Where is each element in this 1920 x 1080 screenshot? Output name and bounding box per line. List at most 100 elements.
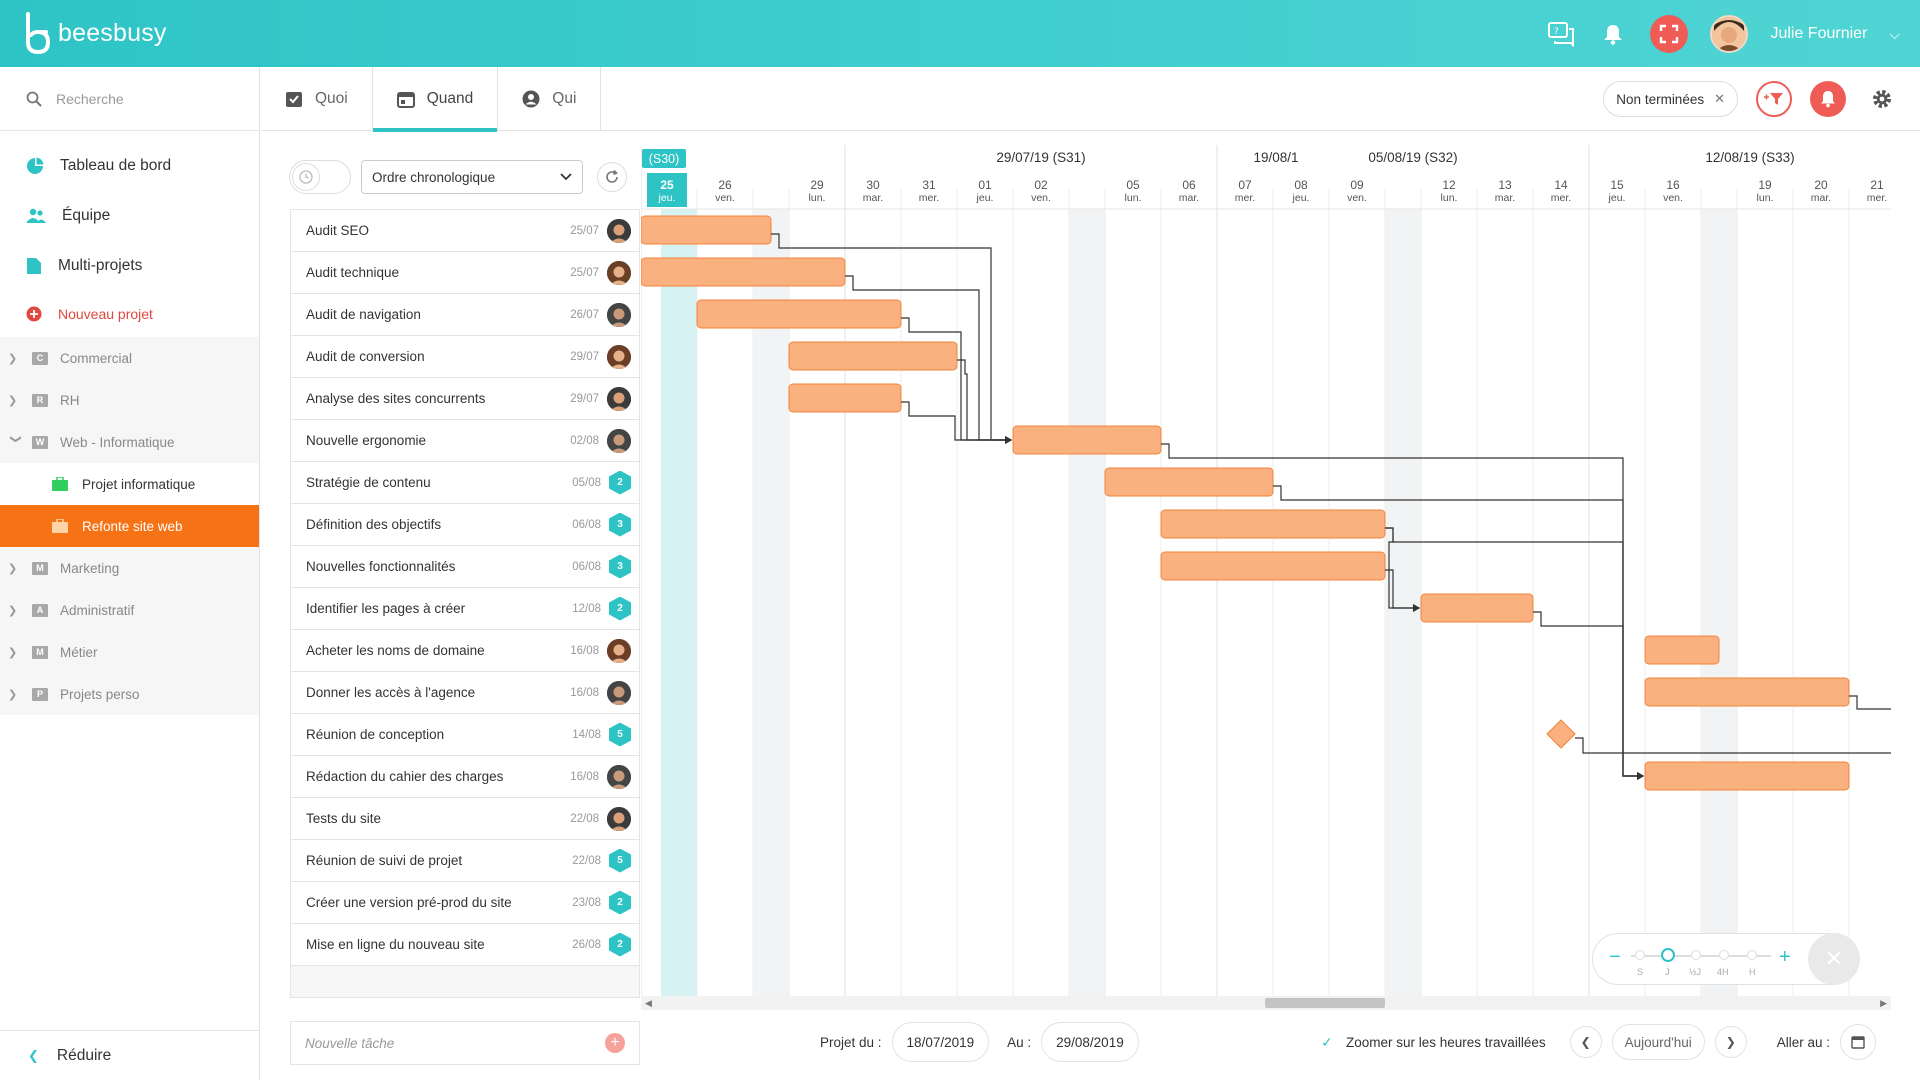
task-bar[interactable]: [1160, 509, 1386, 539]
tab-qui[interactable]: Qui: [498, 67, 602, 131]
project-group-commercial[interactable]: ❯ C Commercial: [0, 337, 259, 379]
task-bar[interactable]: [641, 215, 772, 245]
project-group-marketing[interactable]: ❯ M Marketing: [0, 547, 259, 589]
filter-chip-non-terminees[interactable]: Non terminées ✕: [1603, 81, 1738, 117]
add-task-icon[interactable]: +: [605, 1033, 625, 1053]
milestone-diamond[interactable]: [1546, 719, 1576, 749]
task-row[interactable]: Audit de navigation 26/07: [291, 294, 639, 336]
assignee-avatar[interactable]: [607, 344, 631, 369]
bell-icon[interactable]: [1598, 19, 1628, 49]
assignee-avatar[interactable]: [607, 680, 631, 705]
goto-date-button[interactable]: [1840, 1024, 1876, 1060]
assignee-count-badge[interactable]: 2: [609, 596, 631, 621]
chevron-right-icon[interactable]: ❯: [8, 688, 24, 701]
new-project-button[interactable]: Nouveau projet: [0, 291, 259, 337]
task-bar[interactable]: [1104, 467, 1274, 497]
previous-button[interactable]: ❮: [1569, 1026, 1602, 1058]
notifications-button[interactable]: [1810, 81, 1846, 117]
app-logo[interactable]: beesbusy: [24, 12, 167, 54]
project-end-date-field[interactable]: 29/08/2019: [1041, 1022, 1139, 1062]
gantt-horizontal-scrollbar[interactable]: ◀ ▶: [641, 996, 1891, 1010]
assignee-count-badge[interactable]: 3: [609, 554, 631, 579]
assignee-count-badge[interactable]: 2: [609, 890, 631, 915]
tab-quand[interactable]: Quand: [372, 67, 499, 132]
task-bar[interactable]: [1420, 593, 1534, 623]
assignee-avatar[interactable]: [607, 218, 631, 243]
assignee-count-badge[interactable]: 5: [609, 848, 631, 873]
assignee-avatar[interactable]: [607, 260, 631, 285]
task-row[interactable]: Stratégie de contenu 05/08 2: [291, 462, 639, 504]
search-box[interactable]: Recherche: [0, 67, 259, 131]
project-group-projets-perso[interactable]: ❯ P Projets perso: [0, 673, 259, 715]
next-button[interactable]: ❯: [1714, 1026, 1747, 1058]
task-bar[interactable]: [1644, 761, 1850, 791]
project-group-metier[interactable]: ❯ M Métier: [0, 631, 259, 673]
project-refonte-site-web[interactable]: Refonte site web: [0, 505, 259, 547]
zoom-level-3[interactable]: [1719, 950, 1729, 960]
task-bar[interactable]: [1644, 677, 1850, 707]
project-projet-informatique[interactable]: Projet informatique: [0, 463, 259, 505]
task-row[interactable]: Identifier les pages à créer 12/08 2: [291, 588, 639, 630]
project-group-web-informatique[interactable]: ❯ W Web - Informatique: [0, 421, 259, 463]
user-name[interactable]: Julie Fournier: [1770, 25, 1867, 43]
zoom-level-4[interactable]: [1747, 950, 1757, 960]
task-bar[interactable]: [1160, 551, 1386, 581]
task-bar[interactable]: [788, 383, 902, 413]
add-filter-button[interactable]: [1756, 81, 1792, 117]
assignee-avatar[interactable]: [607, 806, 631, 831]
nav-multi-projects[interactable]: Multi-projets: [0, 241, 259, 291]
chevron-right-icon[interactable]: ❯: [8, 646, 24, 659]
assignee-avatar[interactable]: [607, 638, 631, 663]
scrollbar-thumb[interactable]: [1265, 998, 1385, 1008]
task-row[interactable]: Audit SEO 25/07: [291, 210, 639, 252]
zoom-level-0[interactable]: [1635, 950, 1645, 960]
chevron-down-icon[interactable]: ❯: [10, 434, 23, 450]
project-start-date-field[interactable]: 18/07/2019: [891, 1022, 990, 1062]
fullscreen-button[interactable]: [1650, 15, 1689, 53]
task-row[interactable]: Réunion de suivi de projet 22/08 5: [291, 840, 639, 882]
task-bar[interactable]: [641, 257, 846, 287]
display-toggle[interactable]: [289, 160, 351, 194]
task-row[interactable]: Tests du site 22/08: [291, 798, 639, 840]
chevron-right-icon[interactable]: ❯: [8, 394, 24, 407]
collapse-sidebar-button[interactable]: ❮ Réduire: [0, 1030, 259, 1080]
today-button[interactable]: Aujourd'hui: [1611, 1024, 1705, 1060]
user-menu-chevron-icon[interactable]: ⌵: [1889, 26, 1900, 43]
project-group-rh[interactable]: ❯ R RH: [0, 379, 259, 421]
task-bar[interactable]: [696, 299, 902, 329]
task-bar[interactable]: [1644, 635, 1720, 665]
assignee-count-badge[interactable]: 3: [609, 512, 631, 537]
task-row[interactable]: Acheter les noms de domaine 16/08: [291, 630, 639, 672]
project-group-administratif[interactable]: ❯ A Administratif: [0, 589, 259, 631]
tab-quoi[interactable]: Quoi: [261, 67, 373, 131]
task-row[interactable]: Analyse des sites concurrents 29/07: [291, 378, 639, 420]
zoom-level-1[interactable]: [1661, 948, 1675, 962]
zoom-close-button[interactable]: ✕: [1808, 933, 1860, 985]
chevron-right-icon[interactable]: ❯: [8, 352, 24, 365]
sort-select[interactable]: Ordre chronologique: [361, 160, 583, 194]
task-row[interactable]: Créer une version pré-prod du site 23/08 2: [291, 882, 639, 924]
task-row[interactable]: Nouvelles fonctionnalités 06/08 3: [291, 546, 639, 588]
task-row[interactable]: Nouvelle ergonomie 02/08: [291, 420, 639, 462]
zoom-level-2[interactable]: [1691, 950, 1701, 960]
task-row[interactable]: Donner les accès à l'agence 16/08: [291, 672, 639, 714]
zoom-hours-checkbox[interactable]: ✓: [1318, 1033, 1336, 1051]
task-row[interactable]: Audit technique 25/07: [291, 252, 639, 294]
task-row[interactable]: Audit de conversion 29/07: [291, 336, 639, 378]
assignee-count-badge[interactable]: 5: [609, 722, 631, 747]
zoom-in-icon[interactable]: +: [1779, 946, 1791, 969]
scroll-right-icon[interactable]: ▶: [1880, 996, 1887, 1010]
task-bar[interactable]: [1012, 425, 1162, 455]
search-input[interactable]: Recherche: [56, 91, 124, 107]
assignee-avatar[interactable]: [607, 386, 631, 411]
task-bar[interactable]: [788, 341, 958, 371]
assignee-count-badge[interactable]: 2: [609, 932, 631, 957]
assignee-avatar[interactable]: [607, 302, 631, 327]
nav-team[interactable]: Équipe: [0, 191, 259, 241]
refresh-button[interactable]: [597, 162, 627, 192]
chat-icon[interactable]: ?: [1546, 19, 1576, 49]
settings-button[interactable]: [1864, 81, 1900, 117]
assignee-avatar[interactable]: [607, 764, 631, 789]
chevron-right-icon[interactable]: ❯: [8, 604, 24, 617]
zoom-out-icon[interactable]: −: [1609, 946, 1621, 969]
